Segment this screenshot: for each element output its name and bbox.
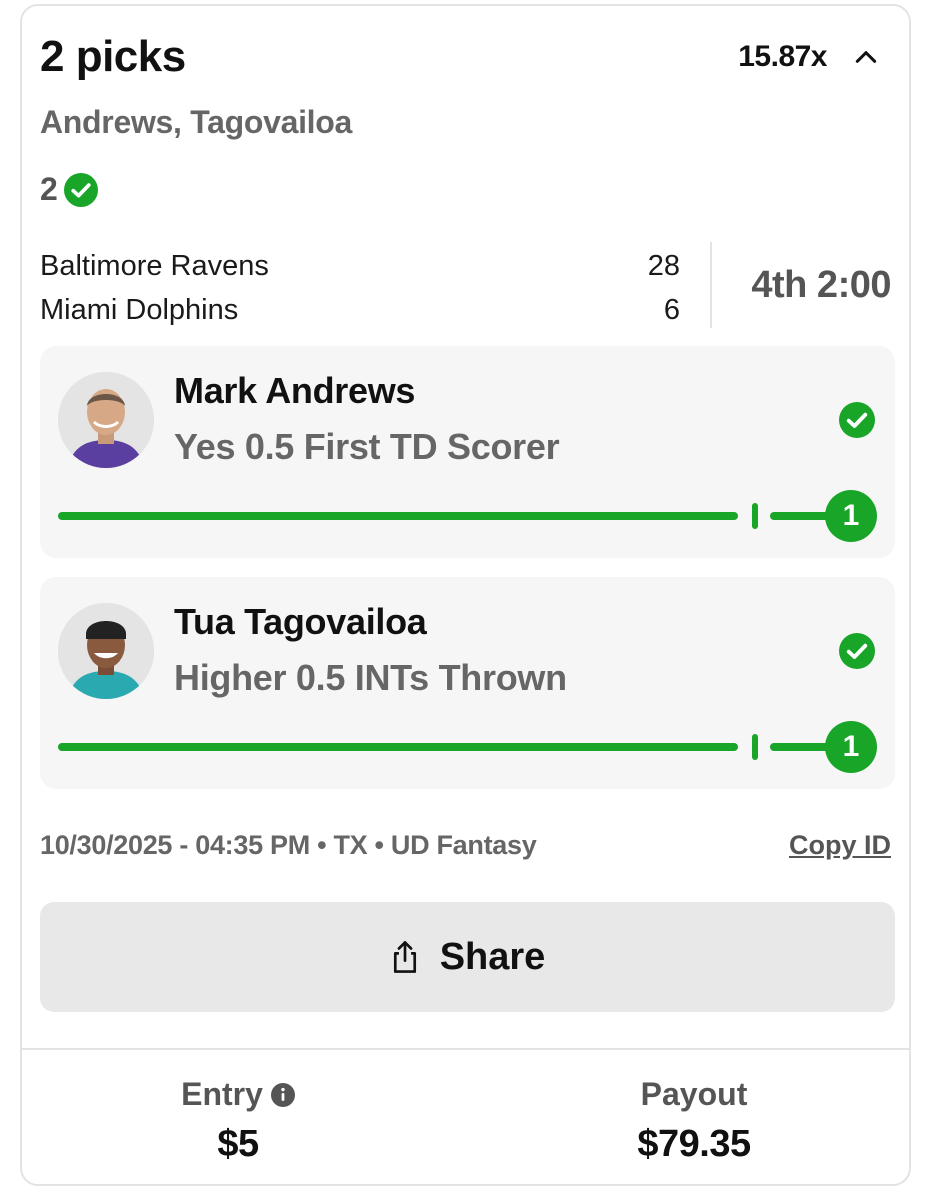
progress-value-badge: 1 (825, 721, 877, 773)
picks-title: 2 picks (40, 32, 186, 81)
team-score: 6 (663, 293, 680, 326)
pick-line: Yes 0.5 First TD Scorer (174, 426, 560, 467)
game-clock: 4th 2:00 (751, 264, 891, 306)
check-circle-icon (839, 633, 875, 669)
team-name: Baltimore Ravens (40, 249, 269, 282)
share-button[interactable]: Share (40, 902, 895, 1012)
player-headshot (58, 603, 154, 699)
player-name: Tua Tagovailoa (174, 601, 427, 642)
check-circle-icon (839, 402, 875, 438)
game-score: Baltimore Ravens 28 Miami Dolphins 6 (40, 244, 680, 332)
copy-id-link[interactable]: Copy ID (789, 830, 891, 861)
player-headshot (58, 372, 154, 468)
correct-count-row: 2 (40, 171, 98, 208)
team-name: Miami Dolphins (40, 293, 239, 326)
entry-label-row: Entry (181, 1076, 295, 1113)
team-score: 28 (647, 249, 680, 282)
share-icon (393, 941, 416, 973)
check-circle-icon (63, 172, 98, 207)
entry-summary: Entry $5 (88, 1076, 388, 1166)
entry-card: 2 picks 15.87x Andrews, Tagovailoa 2 Bal… (20, 4, 911, 1186)
payout-value: $79.35 (637, 1123, 751, 1165)
pick-line: Higher 0.5 INTs Thrown (174, 657, 567, 698)
progress-track (58, 743, 738, 751)
players-summary: Andrews, Tagovailoa (40, 104, 353, 140)
score-divider (710, 242, 712, 328)
payout-multiplier: 15.87x (738, 40, 827, 73)
progress-value-badge: 1 (825, 490, 877, 542)
entry-label: Entry (181, 1076, 263, 1112)
entry-value: $5 (217, 1123, 259, 1165)
team-row: Baltimore Ravens 28 (40, 244, 680, 288)
payout-label: Payout (640, 1076, 748, 1112)
progress-target-marker (752, 503, 758, 529)
avatar (58, 372, 154, 468)
correct-count: 2 (40, 171, 58, 207)
progress-track-end (770, 512, 830, 520)
player-name: Mark Andrews (174, 370, 416, 411)
avatar (58, 603, 154, 699)
entry-details: 10/30/2025 - 04:35 PM • TX • UD Fantasy (40, 830, 537, 860)
progress-track (58, 512, 738, 520)
share-label: Share (439, 935, 546, 978)
footer-divider (22, 1048, 909, 1050)
team-row: Miami Dolphins 6 (40, 288, 680, 332)
payout-summary: Payout $79.35 (544, 1076, 844, 1166)
pick-card[interactable]: Tua Tagovailoa Higher 0.5 INTs Thrown 1 (40, 577, 895, 789)
pick-card[interactable]: Mark Andrews Yes 0.5 First TD Scorer 1 (40, 346, 895, 558)
progress-target-marker (752, 734, 758, 760)
chevron-up-icon[interactable] (853, 44, 879, 70)
info-icon[interactable] (270, 1082, 295, 1107)
progress-track-end (770, 743, 830, 751)
